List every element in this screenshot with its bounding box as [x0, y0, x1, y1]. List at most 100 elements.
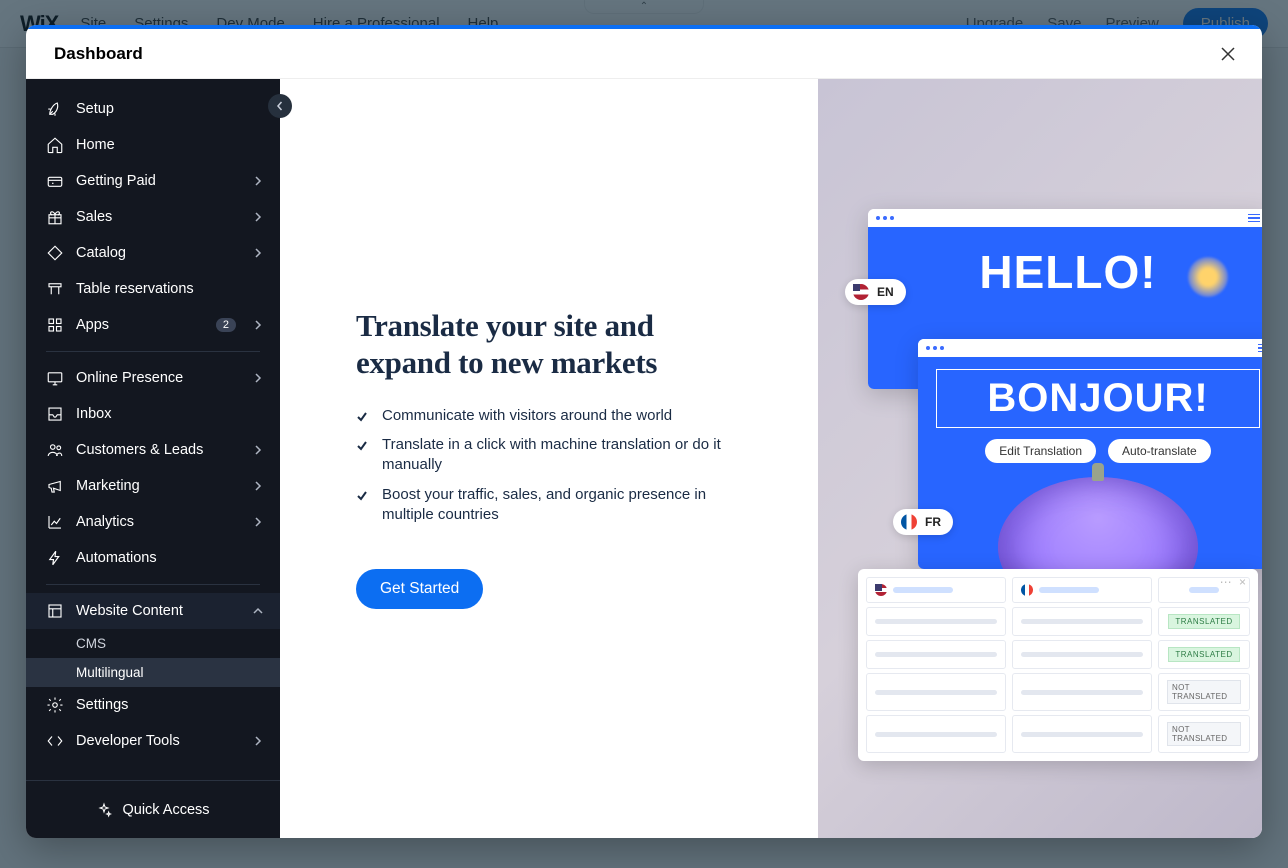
chevron-right-icon [252, 735, 264, 747]
sidebar-label: Getting Paid [76, 173, 240, 189]
quick-access-label: Quick Access [122, 802, 209, 818]
flag-fr-icon [901, 514, 917, 530]
chevron-right-icon [252, 480, 264, 492]
lang-pill-fr: FR [893, 509, 953, 535]
code-icon [46, 732, 64, 750]
sidebar-label: Customers & Leads [76, 442, 240, 458]
flag-fr-icon [1021, 584, 1033, 596]
table-icon [46, 280, 64, 298]
sidebar-item-customers[interactable]: Customers & Leads [26, 432, 280, 468]
flag-us-icon [853, 284, 869, 300]
sidebar-item-marketing[interactable]: Marketing [26, 468, 280, 504]
chevron-right-icon [252, 319, 264, 331]
feature-bullets: Communicate with visitors around the wor… [356, 406, 728, 535]
sidebar-label: Setup [76, 101, 264, 117]
sidebar-label: Developer Tools [76, 733, 240, 749]
sidebar-item-setup[interactable]: Setup [26, 91, 280, 127]
sidebar-label: Catalog [76, 245, 240, 261]
chevron-right-icon [252, 247, 264, 259]
check-icon [356, 409, 370, 423]
sidebar-item-table-reservations[interactable]: Table reservations [26, 271, 280, 307]
sidebar-label: Marketing [76, 478, 240, 494]
sidebar-item-settings[interactable]: Settings [26, 687, 280, 723]
badge-not-translated: NOT TRANSLATED [1167, 680, 1241, 704]
close-button[interactable] [1218, 44, 1238, 64]
illus-bonjour-text: BONJOUR! [936, 369, 1260, 428]
check-icon [356, 488, 370, 502]
sidebar-sub-label: CMS [76, 636, 106, 651]
sparkle-icon [96, 802, 112, 818]
monitor-icon [46, 369, 64, 387]
get-started-button[interactable]: Get Started [356, 569, 483, 609]
modal-title: Dashboard [54, 44, 143, 64]
lang-en-label: EN [877, 285, 894, 299]
bullet-item: Boost your traffic, sales, and organic p… [356, 485, 728, 525]
page-heading: Translate your site and expand to new ma… [356, 308, 728, 381]
illus-auto-translate-btn: Auto-translate [1108, 439, 1211, 463]
rocket-icon [46, 100, 64, 118]
gear-icon [46, 696, 64, 714]
dashboard-sidebar: Setup Home Getting Paid Sales [26, 79, 280, 838]
bullet-text: Translate in a click with machine transl… [382, 435, 728, 475]
illus-pumpkin [998, 477, 1198, 569]
chevron-right-icon [252, 444, 264, 456]
sidebar-item-apps[interactable]: Apps 2 [26, 307, 280, 343]
dashboard-modal: Dashboard Setup Home Getting [26, 25, 1262, 838]
badge-not-translated: NOT TRANSLATED [1167, 722, 1241, 746]
sidebar-item-analytics[interactable]: Analytics [26, 504, 280, 540]
sidebar-label: Sales [76, 209, 240, 225]
sidebar-item-website-content[interactable]: Website Content [26, 593, 280, 629]
sidebar-sub-label: Multilingual [76, 665, 144, 680]
apps-icon [46, 316, 64, 334]
sidebar-label: Inbox [76, 406, 264, 422]
sidebar-label: Apps [76, 317, 204, 333]
lang-pill-en: EN [845, 279, 906, 305]
chevron-left-icon [275, 101, 285, 111]
illus-edit-translation-btn: Edit Translation [985, 439, 1096, 463]
content-text: Translate your site and expand to new ma… [280, 79, 818, 838]
home-icon [46, 136, 64, 154]
bolt-icon [46, 549, 64, 567]
sidebar-label: Website Content [76, 603, 240, 619]
sidebar-label: Settings [76, 697, 264, 713]
main-content: Translate your site and expand to new ma… [280, 79, 1262, 838]
modal-header: Dashboard [26, 29, 1262, 79]
chevron-up-icon [252, 605, 264, 617]
bullet-text: Communicate with visitors around the wor… [382, 406, 672, 426]
bullet-item: Translate in a click with machine transl… [356, 435, 728, 475]
sidebar-item-developer-tools[interactable]: Developer Tools [26, 723, 280, 759]
megaphone-icon [46, 477, 64, 495]
content-icon [46, 602, 64, 620]
sidebar-item-catalog[interactable]: Catalog [26, 235, 280, 271]
money-icon [46, 172, 64, 190]
apps-badge: 2 [216, 318, 236, 332]
lang-fr-label: FR [925, 515, 941, 529]
sidebar-item-inbox[interactable]: Inbox [26, 396, 280, 432]
chart-icon [46, 513, 64, 531]
sidebar-divider [46, 584, 260, 585]
tag-icon [46, 244, 64, 262]
inbox-icon [46, 405, 64, 423]
illus-hello-text: HELLO! [979, 245, 1156, 299]
sidebar-sub-cms[interactable]: CMS [26, 629, 280, 658]
sidebar-item-online-presence[interactable]: Online Presence [26, 360, 280, 396]
badge-translated: TRANSLATED [1168, 647, 1239, 662]
hero-illustration: HELLO! EN BONJOUR! [818, 79, 1262, 838]
check-icon [356, 438, 370, 452]
sidebar-item-sales[interactable]: Sales [26, 199, 280, 235]
sidebar-label: Automations [76, 550, 264, 566]
sidebar-collapse-button[interactable] [268, 94, 292, 118]
chevron-right-icon [252, 175, 264, 187]
flag-us-icon [875, 584, 887, 596]
sidebar-item-home[interactable]: Home [26, 127, 280, 163]
sidebar-sub-multilingual[interactable]: Multilingual [26, 658, 280, 687]
sidebar-item-automations[interactable]: Automations [26, 540, 280, 576]
chevron-right-icon [252, 516, 264, 528]
sidebar-divider [46, 351, 260, 352]
chevron-right-icon [252, 211, 264, 223]
quick-access-button[interactable]: Quick Access [26, 780, 280, 838]
gift-icon [46, 208, 64, 226]
sidebar-label: Home [76, 137, 264, 153]
sidebar-item-getting-paid[interactable]: Getting Paid [26, 163, 280, 199]
bullet-text: Boost your traffic, sales, and organic p… [382, 485, 728, 525]
